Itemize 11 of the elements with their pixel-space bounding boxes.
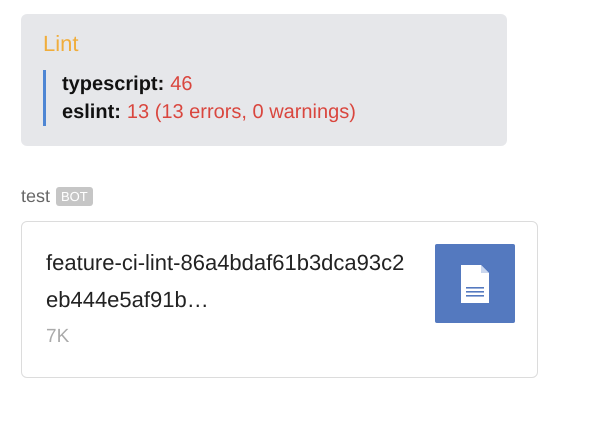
result-label: eslint: [62,101,121,123]
result-value: 13 (13 errors, 0 warnings) [126,101,356,123]
document-icon [435,244,515,323]
lint-title: Lint [43,30,80,58]
file-card[interactable]: feature-ci-lint-86a4bdaf61b3dca93c2eb444e5af91b… 7K [21,221,538,378]
bot-badge: BOT [56,187,93,206]
result-value: 46 [170,73,192,95]
sender-name: test [21,186,50,207]
file-name: feature-ci-lint-86a4bdaf61b3dca93c2eb444e5af91b… [46,249,406,314]
file-size: 7K [46,326,70,348]
result-label: typescript: [62,73,164,95]
